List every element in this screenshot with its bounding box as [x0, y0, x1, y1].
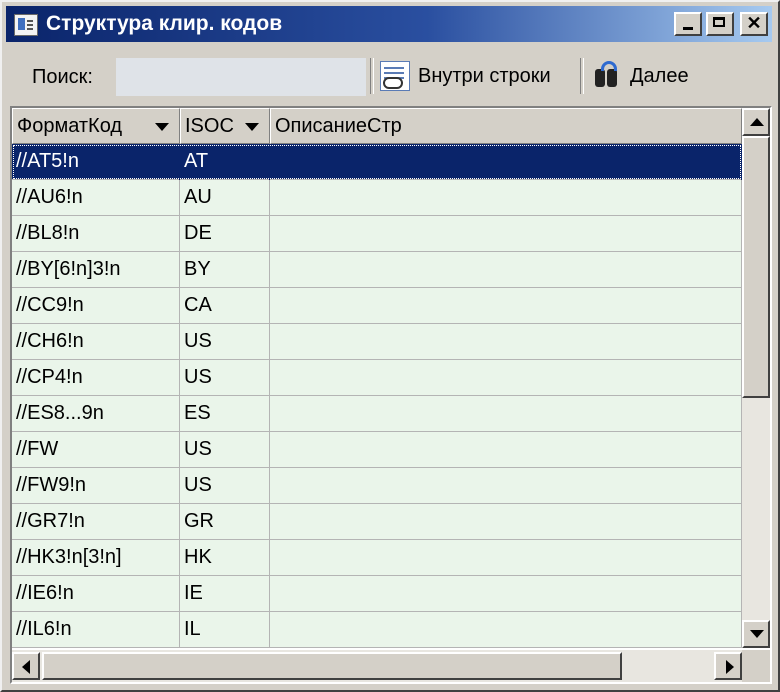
codes-grid[interactable]: ФорматКод ISOC ОписаниеСтр //AT5!n AT//AU… — [10, 106, 772, 684]
horizontal-scrollbar[interactable] — [12, 650, 742, 682]
format-cell[interactable]: //AT5!n — [12, 144, 180, 180]
chevron-down-icon[interactable] — [245, 123, 259, 131]
table-row[interactable]: //BL8!n DE — [12, 216, 742, 252]
toolbar-separator — [580, 58, 584, 94]
minimize-button[interactable] — [674, 12, 702, 36]
arrow-down-icon — [750, 630, 764, 638]
vertical-scroll-thumb[interactable] — [742, 136, 770, 398]
scroll-left-button[interactable] — [12, 652, 40, 680]
iso-cell[interactable]: CA — [180, 288, 270, 324]
in-row-button[interactable]: Внутри строки — [380, 56, 551, 96]
in-row-label: Внутри строки — [418, 64, 551, 87]
iso-cell[interactable]: AU — [180, 180, 270, 216]
description-cell[interactable] — [270, 432, 742, 468]
clearing-codes-window: Структура клир. кодов ✕ Поиск: Внутри ст… — [0, 0, 780, 692]
description-cell[interactable] — [270, 216, 742, 252]
description-cell[interactable] — [270, 576, 742, 612]
toolbar: Поиск: Внутри строки Далее — [8, 48, 772, 102]
description-cell[interactable] — [270, 504, 742, 540]
table-row[interactable]: //ES8...9n ES — [12, 396, 742, 432]
description-cell[interactable] — [270, 180, 742, 216]
description-cell[interactable] — [270, 468, 742, 504]
iso-cell[interactable]: AT — [180, 144, 270, 180]
column-header-format[interactable]: ФорматКод — [12, 108, 180, 144]
table-row[interactable]: //AU6!n AU — [12, 180, 742, 216]
next-button[interactable]: Далее — [592, 56, 689, 96]
description-cell[interactable] — [270, 324, 742, 360]
scroll-right-button[interactable] — [714, 652, 742, 680]
table-row[interactable]: //CH6!n US — [12, 324, 742, 360]
scroll-up-button[interactable] — [742, 108, 770, 136]
column-header-description[interactable]: ОписаниеСтр — [270, 108, 742, 144]
iso-cell[interactable]: HK — [180, 540, 270, 576]
scroll-down-button[interactable] — [742, 620, 770, 648]
format-cell[interactable]: //IL6!n — [12, 612, 180, 648]
arrow-up-icon — [750, 118, 764, 126]
column-header-description-label: ОписаниеСтр — [275, 115, 402, 137]
scrollbar-corner — [742, 650, 770, 682]
description-cell[interactable] — [270, 144, 742, 180]
grid-rows: //AT5!n AT//AU6!n AU//BL8!n DE//BY[6!n]3!n B… — [12, 144, 742, 648]
iso-cell[interactable]: DE — [180, 216, 270, 252]
window-title: Структура клир. кодов — [46, 12, 283, 35]
iso-cell[interactable]: US — [180, 468, 270, 504]
column-header-iso[interactable]: ISOC — [180, 108, 270, 144]
iso-cell[interactable]: US — [180, 324, 270, 360]
format-cell[interactable]: //ES8...9n — [12, 396, 180, 432]
binoculars-icon — [592, 61, 622, 91]
chevron-down-icon[interactable] — [155, 123, 169, 131]
toolbar-separator — [370, 58, 374, 94]
iso-cell[interactable]: US — [180, 432, 270, 468]
format-cell[interactable]: //CC9!n — [12, 288, 180, 324]
description-cell[interactable] — [270, 396, 742, 432]
format-cell[interactable]: //FW9!n — [12, 468, 180, 504]
format-cell[interactable]: //BL8!n — [12, 216, 180, 252]
table-row[interactable]: //AT5!n AT — [12, 144, 742, 180]
book-icon — [14, 14, 38, 36]
next-label: Далее — [630, 64, 689, 87]
close-button[interactable]: ✕ — [740, 12, 768, 36]
search-input[interactable] — [116, 58, 366, 96]
table-row[interactable]: //FW US — [12, 432, 742, 468]
vertical-scrollbar[interactable] — [742, 108, 770, 648]
description-cell[interactable] — [270, 288, 742, 324]
table-row[interactable]: //CP4!n US — [12, 360, 742, 396]
horizontal-scroll-thumb[interactable] — [42, 652, 622, 680]
iso-cell[interactable]: US — [180, 360, 270, 396]
iso-cell[interactable]: BY — [180, 252, 270, 288]
column-header-iso-label: ISOC — [185, 115, 234, 137]
table-row[interactable]: //HK3!n[3!n] HK — [12, 540, 742, 576]
iso-cell[interactable]: IL — [180, 612, 270, 648]
iso-cell[interactable]: ES — [180, 396, 270, 432]
format-cell[interactable]: //HK3!n[3!n] — [12, 540, 180, 576]
format-cell[interactable]: //CP4!n — [12, 360, 180, 396]
format-cell[interactable]: //GR7!n — [12, 504, 180, 540]
table-row[interactable]: //IL6!n IL — [12, 612, 742, 648]
table-row[interactable]: //GR7!n GR — [12, 504, 742, 540]
column-header-format-label: ФорматКод — [17, 115, 123, 137]
format-cell[interactable]: //AU6!n — [12, 180, 180, 216]
table-row[interactable]: //IE6!n IE — [12, 576, 742, 612]
search-label: Поиск: — [32, 66, 93, 88]
format-cell[interactable]: //BY[6!n]3!n — [12, 252, 180, 288]
format-cell[interactable]: //FW — [12, 432, 180, 468]
description-cell[interactable] — [270, 612, 742, 648]
table-row[interactable]: //BY[6!n]3!n BY — [12, 252, 742, 288]
arrow-right-icon — [726, 660, 734, 674]
format-cell[interactable]: //CH6!n — [12, 324, 180, 360]
description-cell[interactable] — [270, 360, 742, 396]
description-cell[interactable] — [270, 252, 742, 288]
table-row[interactable]: //CC9!n CA — [12, 288, 742, 324]
iso-cell[interactable]: IE — [180, 576, 270, 612]
title-bar[interactable]: Структура клир. кодов ✕ — [6, 6, 772, 42]
maximize-button[interactable] — [706, 12, 734, 36]
format-cell[interactable]: //IE6!n — [12, 576, 180, 612]
table-row[interactable]: //FW9!n US — [12, 468, 742, 504]
arrow-left-icon — [22, 660, 30, 674]
iso-cell[interactable]: GR — [180, 504, 270, 540]
search-in-row-icon — [380, 61, 410, 91]
description-cell[interactable] — [270, 540, 742, 576]
grid-header: ФорматКод ISOC ОписаниеСтр — [12, 108, 742, 144]
